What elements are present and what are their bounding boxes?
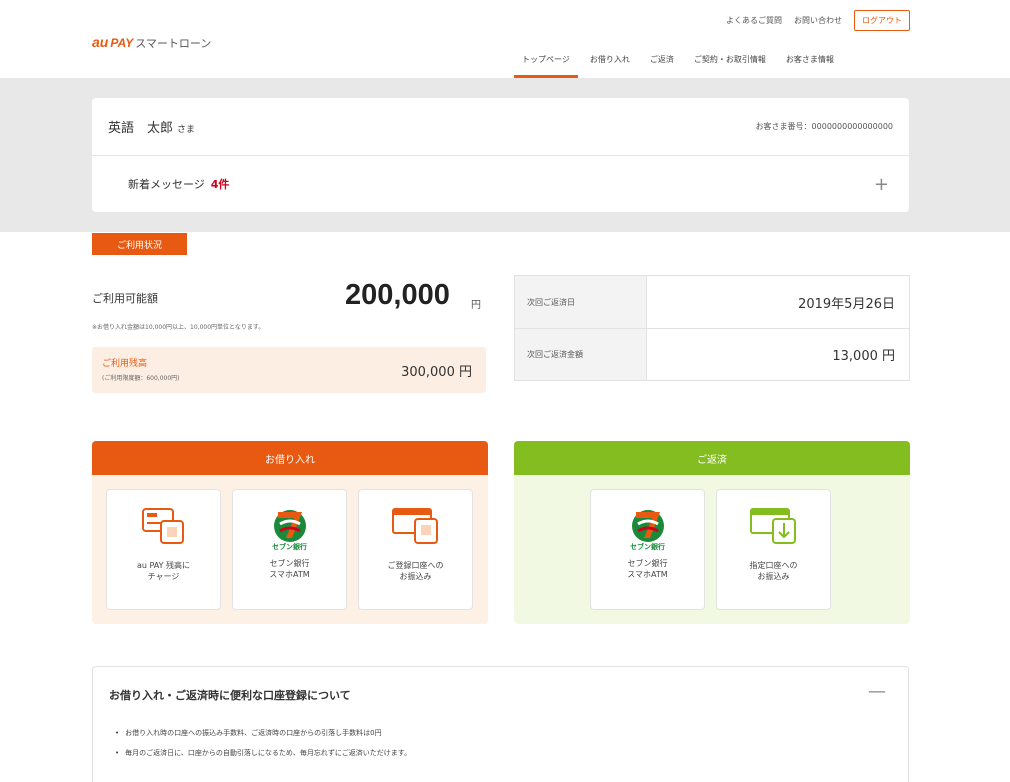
list-item: お借り入れ時の口座への振込み手数料、ご返済時の口座からの引落し手数料は0円	[115, 723, 411, 743]
next-repay-date-value: 2019年5月26日	[798, 296, 895, 312]
new-messages-row[interactable]: 新着メッセージ 4件 +	[92, 156, 909, 212]
usage-status-tag: ご利用状況	[92, 233, 187, 255]
borrow-panel: お借り入れ au PAY 残高に チャージ セブン銀行 セブン銀行 スマホATM…	[92, 441, 488, 624]
nav-top[interactable]: トップページ	[512, 46, 580, 78]
utility-nav: よくあるご質問 お問い合わせ ログアウト	[726, 10, 910, 31]
list-item: 毎月のご返済日に、口座からの自動引落しになるため、毎月忘れずにご返済いただけます…	[115, 743, 411, 763]
next-repay-amount-value: 13,000 円	[832, 349, 895, 364]
charge-au-pay-label: au PAY 残高に チャージ	[136, 561, 191, 582]
nav-borrow[interactable]: お借り入れ	[580, 46, 640, 78]
logo-au: au	[92, 34, 109, 50]
collapse-minus-icon[interactable]: —	[868, 681, 886, 702]
new-messages-count: 4件	[210, 178, 230, 191]
customer-id: お客さま番号：0000000000000000	[755, 122, 893, 131]
repay-seven-bank-atm-label: セブン銀行 スマホATM	[627, 559, 668, 580]
registered-account-transfer-label: ご登録口座への お振込み	[387, 561, 444, 582]
nav-contract-info[interactable]: ご契約・お取引情報	[684, 46, 776, 78]
repay-panel-title: ご返済	[514, 441, 910, 475]
brand-logo[interactable]: au PAY スマートローン	[92, 34, 211, 51]
user-honorific: さま	[177, 125, 196, 135]
expand-plus-icon[interactable]: +	[874, 174, 889, 195]
bank-transfer-icon	[391, 502, 441, 548]
info-title: お借り入れ・ご返済時に便利な口座登録について	[109, 689, 351, 702]
balance-limit: (ご利用限度額：600,000円)	[102, 375, 180, 382]
site-header: au PAY スマートローン よくあるご質問 お問い合わせ ログアウト トップペ…	[0, 0, 1010, 78]
new-messages-label: 新着メッセージ 4件	[128, 178, 230, 191]
available-amount-label: ご利用可能額	[92, 292, 158, 305]
seven-bank-brand: セブン銀行	[272, 543, 307, 551]
seven-bank-brand: セブン銀行	[630, 543, 665, 551]
available-amount-unit: 円	[471, 300, 481, 311]
user-card: 英語 太郎 さま お客さま番号：0000000000000000 新着メッセージ 4…	[92, 98, 909, 212]
available-amount-value: 200,000	[345, 279, 450, 311]
table-row: 次回ご返済金額 13,000 円	[515, 328, 909, 380]
seven-bank-atm-tile[interactable]: セブン銀行 セブン銀行 スマホATM	[232, 489, 347, 610]
au-card-icon	[141, 502, 187, 548]
info-bullets: お借り入れ時の口座への振込み手数料、ご返済時の口座からの引落し手数料は0円 毎月…	[115, 723, 411, 763]
borrow-panel-title: お借り入れ	[92, 441, 488, 475]
user-info-row: 英語 太郎 さま お客さま番号：0000000000000000	[92, 98, 909, 156]
charge-au-pay-tile[interactable]: au PAY 残高に チャージ	[106, 489, 221, 610]
logo-pay: PAY	[110, 36, 134, 50]
available-amount-note: ※お借り入れ金額は10,000円以上、10,000円単位となります。	[92, 324, 265, 331]
designated-account-transfer-tile[interactable]: 指定口座への お振込み	[716, 489, 831, 610]
faq-link[interactable]: よくあるご質問	[726, 15, 782, 26]
user-name: 英語 太郎 さま	[108, 121, 196, 136]
nav-customer-info[interactable]: お客さま情報	[776, 46, 844, 78]
registered-account-transfer-tile[interactable]: ご登録口座への お振込み	[358, 489, 473, 610]
balance-value: 300,000 円	[401, 365, 472, 380]
contact-link[interactable]: お問い合わせ	[794, 15, 842, 26]
global-nav: トップページ お借り入れ ご返済 ご契約・お取引情報 お客さま情報	[512, 46, 844, 78]
logo-service-name: スマートローン	[135, 37, 212, 50]
next-repay-date-label: 次回ご返済日	[515, 276, 647, 328]
next-repay-amount-label: 次回ご返済金額	[515, 329, 647, 380]
designated-account-transfer-label: 指定口座への お振込み	[749, 561, 798, 582]
seven-bank-atm-label: セブン銀行 スマホATM	[269, 559, 310, 580]
repay-seven-bank-atm-tile[interactable]: セブン銀行 セブン銀行 スマホATM	[590, 489, 705, 610]
repayment-table: 次回ご返済日 2019年5月26日 次回ご返済金額 13,000 円	[514, 275, 910, 381]
logout-button[interactable]: ログアウト	[854, 10, 910, 31]
balance-box: ご利用残高 (ご利用限度額：600,000円) 300,000 円	[92, 347, 486, 393]
table-row: 次回ご返済日 2019年5月26日	[515, 276, 909, 328]
nav-repay[interactable]: ご返済	[640, 46, 684, 78]
repay-panel: ご返済 セブン銀行 セブン銀行 スマホATM 指定口座への お振込み	[514, 441, 910, 624]
bank-deposit-icon	[749, 502, 799, 548]
balance-label: ご利用残高	[102, 359, 148, 369]
account-registration-info: お借り入れ・ご返済時に便利な口座登録について — お借り入れ時の口座への振込み手…	[92, 666, 909, 782]
